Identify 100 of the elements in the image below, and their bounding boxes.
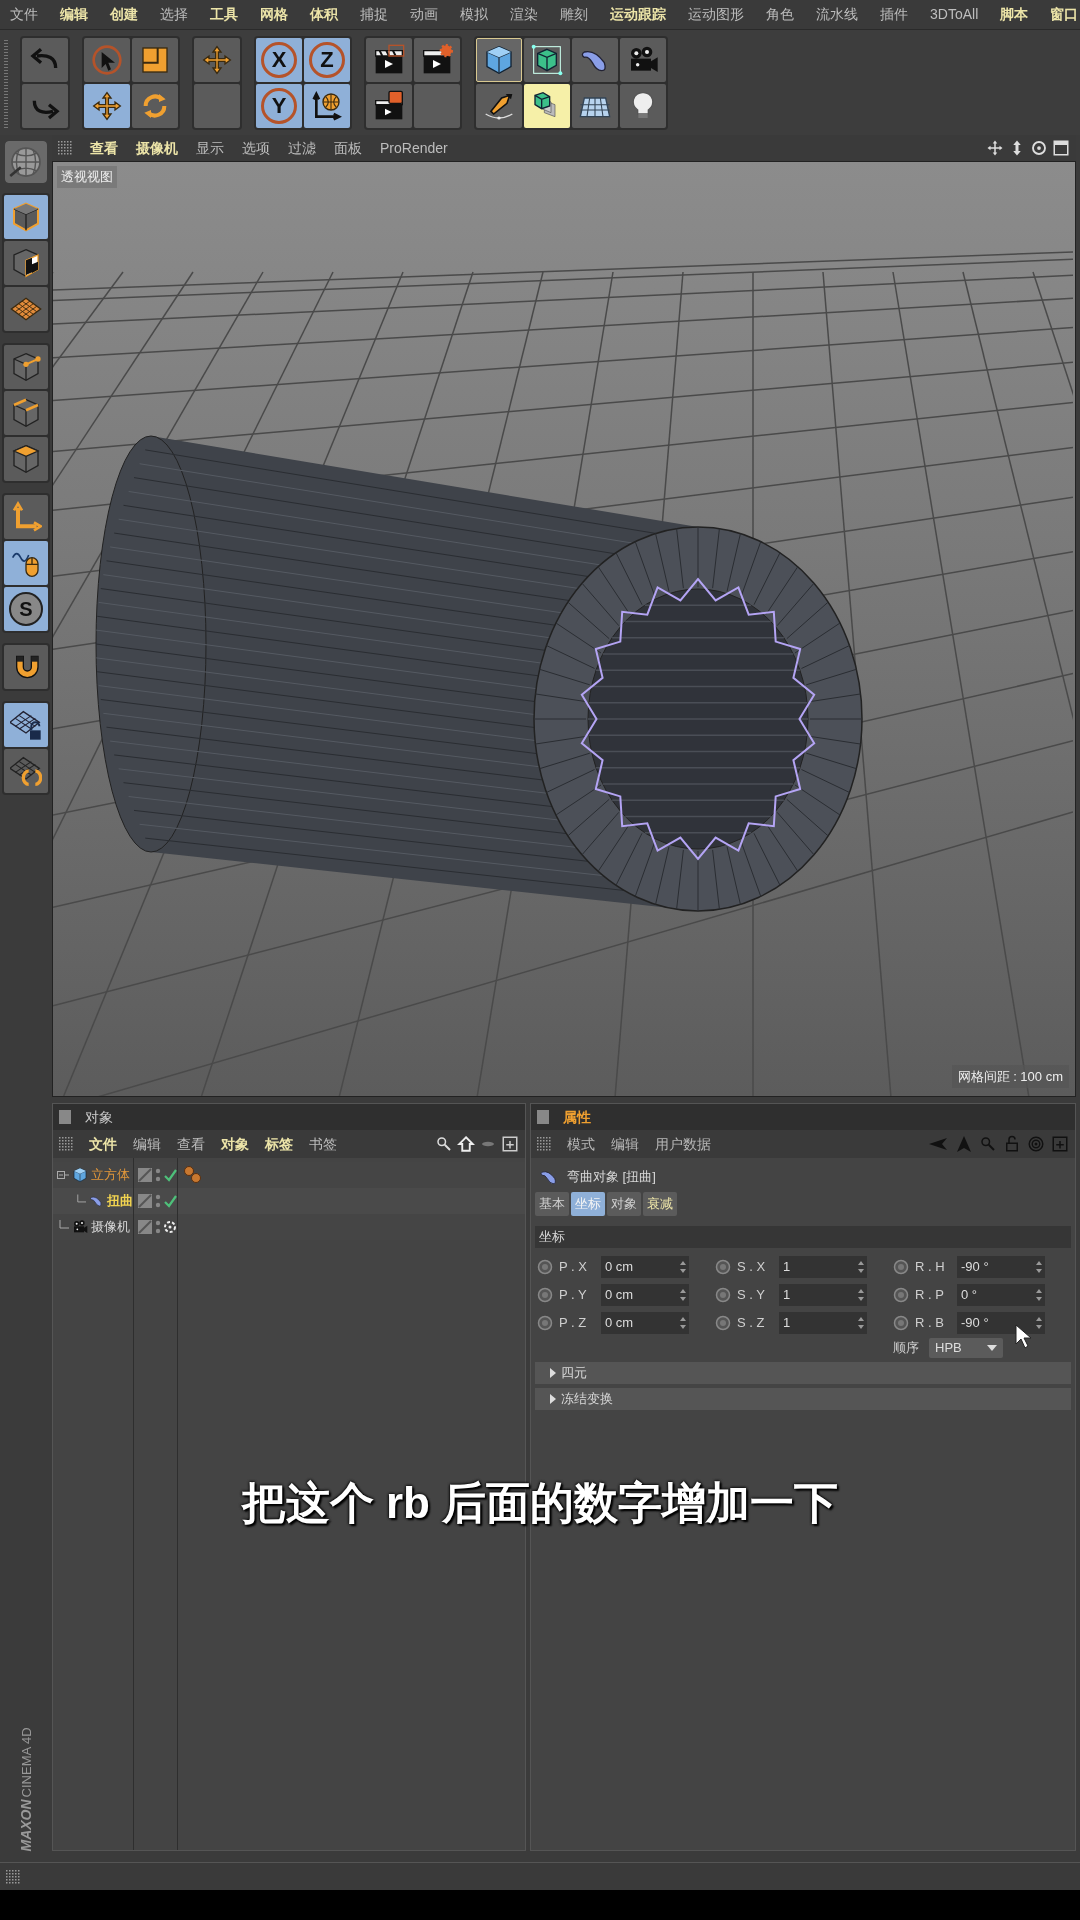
tool-button[interactable] [4,437,48,481]
menu-item[interactable]: 标签 [265,1133,293,1155]
number-field[interactable]: 1 [779,1284,867,1306]
clapperboard-picture-icon [373,89,405,122]
number-field[interactable]: 0 cm [601,1284,689,1306]
number-field[interactable]: 0 cm [601,1256,689,1278]
tab[interactable]: 对象 [607,1192,641,1216]
tool-button[interactable] [476,83,522,128]
field-label: R . P [915,1286,945,1305]
menu-item[interactable]: 过滤 [288,137,316,159]
tool-button[interactable] [366,37,412,82]
view-name-label: 透视视图 [57,166,117,188]
tool-button[interactable] [304,83,350,128]
menu-item[interactable]: 3DToAll [930,4,979,25]
number-field[interactable]: 1 [779,1312,867,1334]
field-label: S . Z [737,1314,766,1333]
menu-item[interactable]: 查看 [177,1133,205,1155]
menu-item[interactable]: 选择 [160,4,188,25]
menu-item[interactable]: ProRender [380,137,448,159]
cube-icon [483,43,515,76]
object-name[interactable]: 立方体 [91,1165,130,1185]
collapsed-triangle-icon [549,1368,557,1378]
grip-icon [537,1137,551,1151]
cube-edges-icon [10,397,42,429]
menu-item[interactable]: 用户数据 [655,1133,711,1155]
tab[interactable]: 基本 [535,1192,569,1216]
layer-swatch-icon [137,1219,153,1235]
tool-button[interactable] [132,83,178,128]
menu-item[interactable]: 书签 [309,1133,337,1155]
menu-item[interactable]: 模拟 [460,4,488,25]
tab[interactable]: 衰减 [643,1192,677,1216]
number-field[interactable]: 1 [779,1256,867,1278]
number-field[interactable]: -90 ° [957,1256,1045,1278]
menu-item[interactable]: 雕刻 [560,4,588,25]
toolbar-grip[interactable] [4,37,8,128]
menu-item[interactable]: 文件 [10,4,38,25]
number-field[interactable]: 0 ° [957,1284,1045,1306]
axis-lock-button[interactable]: X [256,37,302,82]
number-field[interactable]: -90 ° [957,1312,1045,1334]
object-name[interactable]: 摄像机 [91,1217,130,1237]
object-name[interactable]: 扭曲 [107,1191,133,1211]
menu-item[interactable]: 工具 [210,4,238,25]
tool-button[interactable] [524,37,570,82]
order-dropdown[interactable]: HPB [929,1338,1003,1358]
tool-button[interactable] [476,37,522,82]
menu-item[interactable]: 体积 [310,4,338,25]
menu-item[interactable]: 面板 [334,137,362,159]
object-title: 弯曲对象 [扭曲] [567,1168,656,1187]
menu-item[interactable]: 创建 [110,4,138,25]
cube-icon [72,1167,88,1183]
cube-cage-icon [531,43,563,76]
tool-button[interactable] [620,83,666,128]
menu-item[interactable]: 运动图形 [688,4,744,25]
tool-button[interactable] [132,37,178,82]
menu-item[interactable]: 网格 [260,4,288,25]
menu-item[interactable]: 摄像机 [136,137,178,159]
menu-item[interactable]: 编辑 [60,4,88,25]
field-label: P . Y [559,1286,588,1305]
tool-button[interactable] [414,37,460,82]
number-field[interactable]: 0 cm [601,1312,689,1334]
menu-item[interactable]: 渲染 [510,4,538,25]
collapsible-group[interactable]: 四元 [535,1362,1071,1384]
menu-item[interactable]: 显示 [196,137,224,159]
logo-brand: MAXON [16,1799,35,1852]
menu-item[interactable]: 运动跟踪 [610,4,666,25]
tool-button[interactable] [4,241,48,285]
spinner-arrows-icon [1035,1288,1043,1302]
menu-item[interactable]: 动画 [410,4,438,25]
menu-item[interactable]: 窗口 [1050,4,1079,25]
menu-item[interactable]: 捕捉 [360,4,388,25]
spinner-arrows-icon [1035,1316,1043,1330]
menu-item[interactable]: 插件 [880,4,908,25]
menu-item[interactable]: 对象 [221,1133,249,1155]
menu-item[interactable]: 流水线 [816,4,858,25]
tool-button[interactable] [366,83,412,128]
collapsible-group[interactable]: 冻结变换 [535,1388,1071,1410]
tool-button[interactable] [524,83,570,128]
tool-button[interactable] [4,749,48,793]
menu-item[interactable]: 角色 [766,4,794,25]
panel-title: 属性 [563,1107,591,1127]
menu-item[interactable]: 文件 [89,1133,117,1155]
menu-item[interactable]: 编辑 [133,1133,161,1155]
menu-item[interactable]: 查看 [90,137,118,159]
radio-icon [537,1259,553,1275]
tool-button[interactable] [4,703,48,747]
axis-lock-button[interactable]: Z [304,37,350,82]
axis-lock-button[interactable]: Y [256,83,302,128]
menu-item[interactable]: 脚本 [1000,4,1029,25]
tool-button[interactable] [4,391,48,435]
tool-button[interactable] [4,345,48,389]
caret-icon [987,1345,997,1351]
menu-item[interactable]: 选项 [242,137,270,159]
spinner-arrows-icon [679,1316,687,1330]
tool-button[interactable] [572,83,618,128]
menu-item[interactable]: 模式 [567,1133,595,1155]
spinner-arrows-icon [1035,1260,1043,1274]
tool-button[interactable] [4,645,48,689]
menu-item[interactable]: 编辑 [611,1133,639,1155]
snap-button[interactable]: S [4,587,48,631]
tool-button[interactable] [84,83,130,128]
